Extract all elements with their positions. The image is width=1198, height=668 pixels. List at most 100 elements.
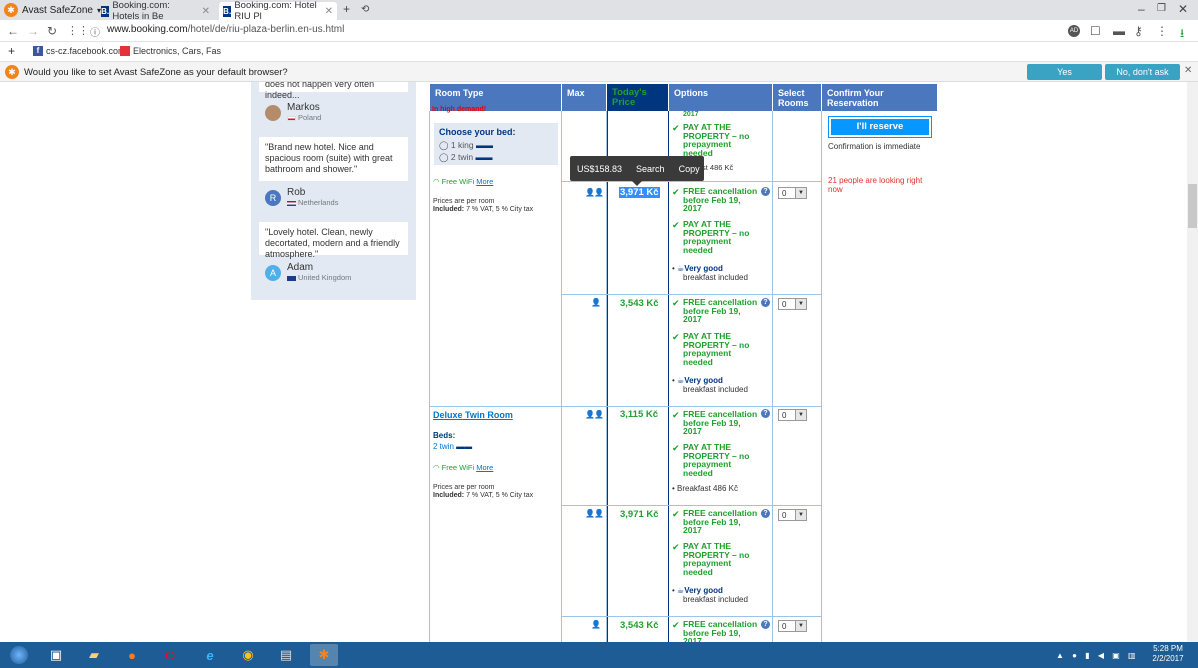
tab-booking-riu[interactable]: B. Booking.com: Hotel RIU Pl ✕ [219, 0, 337, 22]
check-icon: ✔ [672, 187, 680, 197]
question-icon[interactable]: ? [761, 187, 770, 196]
room-quantity-select[interactable]: 0 ▼ [778, 409, 807, 421]
avatar: R [265, 190, 281, 206]
maximize-icon[interactable]: ❐ [1157, 3, 1166, 14]
reload-icon[interactable]: ↻ [47, 24, 57, 38]
bed-option-king[interactable]: ◯ 1 king ▬▬ [439, 140, 553, 151]
bookmark-ebay[interactable]: Electronics, Cars, Fas [120, 46, 221, 56]
folder-icon[interactable]: ▰ [80, 644, 108, 666]
bookmark-facebook[interactable]: f cs-cz.facebook.com [33, 46, 126, 56]
check-icon: ✔ [672, 509, 680, 519]
key-icon[interactable]: ⚷ [1134, 24, 1143, 38]
opera-icon[interactable]: O [156, 644, 184, 666]
flag-uk-icon [287, 275, 296, 281]
room-quantity-select[interactable]: 0 ▼ [778, 187, 807, 199]
wifi-icon: ◠ [433, 177, 440, 186]
history-icon[interactable]: ⟲ [361, 4, 369, 15]
author-country: United Kingdom [298, 273, 352, 282]
prices-note: Prices are per room Included: 7 % VAT, 5… [433, 198, 534, 213]
close-icon[interactable]: ✕ [325, 6, 333, 17]
context-menu-arrow [632, 181, 642, 186]
header-options: Options [669, 84, 772, 111]
url-domain: www.booking.com [107, 24, 188, 35]
chrome-icon[interactable]: ◉ [234, 644, 262, 666]
start-button[interactable] [4, 644, 34, 666]
info-icon[interactable]: ⓘ [90, 24, 100, 39]
bookmarks-bar: + f cs-cz.facebook.com Electronics, Cars… [0, 42, 1198, 62]
copy-menu-item[interactable]: Copy [672, 164, 707, 174]
bookmark-icon[interactable]: ☐ [1090, 24, 1101, 38]
minimize-icon[interactable]: – [1138, 2, 1145, 16]
search-menu-item[interactable]: Search [629, 164, 672, 174]
apps-grid-icon[interactable]: ⋮⋮ [67, 24, 89, 37]
default-browser-infobar: ✱ Would you like to set Avast SafeZone a… [0, 62, 1198, 93]
clock-time: 5:28 PM [1153, 644, 1183, 653]
flag-poland-icon [287, 115, 296, 121]
url-field[interactable]: www.booking.com/hotel/de/riu-plaza-berli… [107, 24, 344, 35]
window-app-icon[interactable]: ▤ [272, 644, 300, 666]
price: 3,971 Kč [620, 509, 659, 520]
tab-booking-hotels[interactable]: B. Booking.com: Hotels in Be ✕ [97, 0, 214, 22]
system-tray[interactable]: ▲ ● ▮ ◀ ▣ ▥ [1056, 651, 1139, 660]
question-icon[interactable]: ? [761, 298, 770, 307]
infobar-message: Would you like to set Avast SafeZone as … [24, 67, 288, 78]
check-icon: ✔ [672, 443, 680, 453]
review-text: does not happen very often indeed... [259, 82, 408, 100]
save-icon[interactable]: ▣ [42, 644, 70, 666]
question-icon[interactable]: ? [761, 509, 770, 518]
firefox-icon[interactable]: ● [118, 644, 146, 666]
more-link[interactable]: More [476, 177, 493, 186]
tab-bar: ✱ Avast SafeZone ▾ B. Booking.com: Hotel… [0, 0, 1198, 22]
facebook-icon: f [33, 46, 43, 56]
question-icon[interactable]: ? [761, 409, 770, 418]
forward-icon[interactable]: → [27, 24, 39, 38]
internet-explorer-icon[interactable]: e [196, 644, 224, 666]
author-name: Markos [287, 102, 320, 113]
header-confirm: Confirm Your Reservation [822, 84, 937, 111]
vertical-scrollbar[interactable] [1187, 82, 1198, 642]
address-bar: ← → ↻ ⋮⋮ ⓘ www.booking.com/hotel/de/riu-… [0, 20, 1198, 42]
review-author: R Rob Netherlands [265, 187, 338, 207]
add-bookmark-icon[interactable]: + [8, 44, 15, 58]
ebay-icon [120, 46, 130, 56]
demand-note: In high demand! [432, 106, 487, 113]
king-bed-icon: ▬▬ [475, 140, 493, 150]
windows-taskbar: ▣ ▰ ● O e ◉ ▤ ✱ [0, 642, 1198, 668]
avatar: A [265, 265, 281, 281]
twin-bed-icon: ▬▬ [456, 442, 473, 451]
bookmark-label: cs-cz.facebook.com [46, 46, 126, 56]
clock[interactable]: 5:28 PM 2/2/2017 [1143, 644, 1193, 664]
menu-icon[interactable]: ⋮ [1156, 24, 1168, 38]
breakfast-info: • Breakfast 486 Kč [672, 484, 738, 493]
reserve-button[interactable]: I'll reserve [828, 116, 932, 138]
browser-brand[interactable]: ✱ Avast SafeZone ▾ [4, 2, 101, 18]
close-window-icon[interactable]: ✕ [1178, 2, 1188, 16]
yes-button[interactable]: Yes [1027, 64, 1102, 80]
room-name-link[interactable]: Deluxe Twin Room [433, 410, 513, 420]
check-icon: ✔ [672, 298, 680, 308]
question-icon[interactable]: ? [761, 620, 770, 629]
scrollbar-thumb[interactable] [1188, 184, 1197, 228]
bed-option-twin[interactable]: ◯ 2 twin ▬▬ [439, 152, 553, 163]
bed-choice-box: Choose your bed: ◯ 1 king ▬▬ ◯ 2 twin ▬▬ [434, 123, 558, 165]
wifi-feature: ◠ Free WiFi More [433, 177, 494, 186]
back-icon[interactable]: ← [7, 24, 19, 38]
clock-date: 2/2/2017 [1152, 654, 1184, 663]
new-tab-icon[interactable]: + [343, 2, 350, 16]
close-icon[interactable]: ✕ [1184, 65, 1192, 76]
room-quantity-select[interactable]: 0 ▼ [778, 620, 807, 632]
no-dont-ask-button[interactable]: No, don't ask again [1105, 64, 1180, 93]
tab-label: Booking.com: Hotel RIU Pl [234, 0, 317, 22]
room-quantity-select[interactable]: 0 ▼ [778, 298, 807, 310]
room-quantity-select[interactable]: 0 ▼ [778, 509, 807, 521]
browser-name: Avast SafeZone [22, 4, 93, 16]
check-icon: ✔ [672, 410, 680, 420]
check-icon: ✔ [672, 542, 680, 552]
price: 3,971 Kč [619, 187, 660, 198]
avast-safezone-taskbar-icon[interactable]: ✱ [310, 644, 338, 666]
extension-icon[interactable]: ▬ [1113, 24, 1125, 38]
adblock-icon[interactable]: AD [1068, 25, 1080, 37]
twin-bed-icon: ▬▬ [475, 152, 493, 162]
close-icon[interactable]: ✕ [202, 6, 210, 17]
more-link[interactable]: More [476, 463, 493, 472]
